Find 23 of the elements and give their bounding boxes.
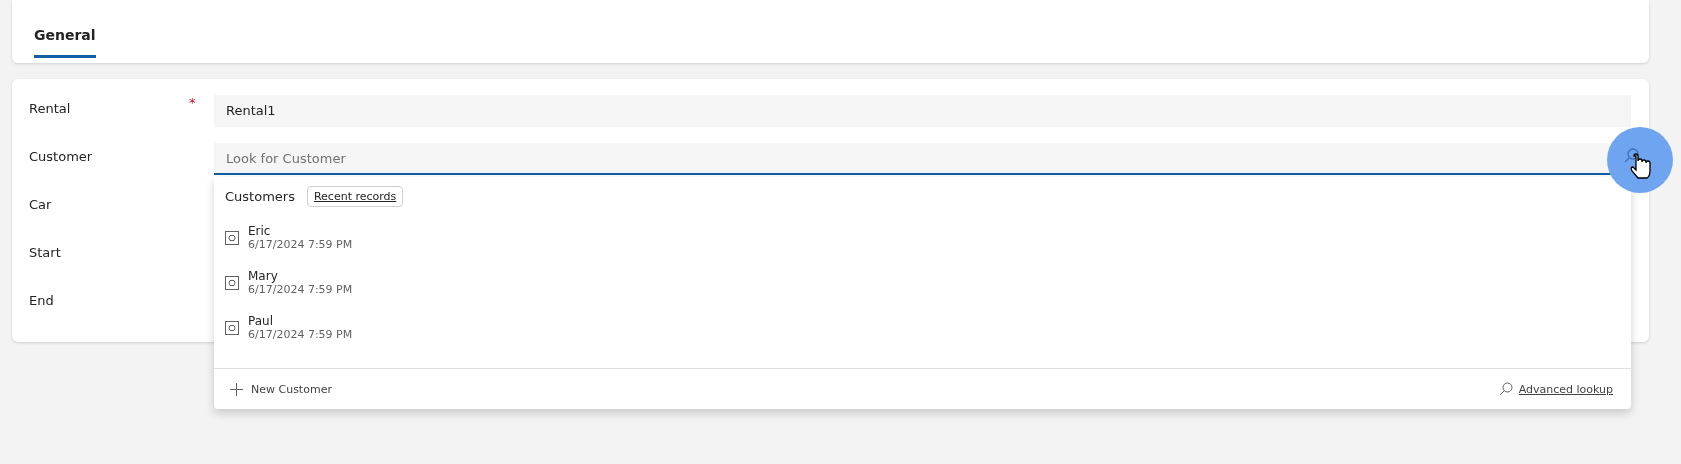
record-icon	[225, 230, 239, 245]
tab[interactable]: General	[34, 27, 96, 58]
field-label: Start	[29, 244, 62, 260]
record-date: 6/17/2024 7:59 PM	[248, 283, 353, 296]
plus-icon	[230, 382, 243, 396]
new-record-button[interactable]: New Customer	[230, 382, 332, 396]
record-icon	[225, 275, 239, 290]
text-field[interactable]: Rental1	[214, 95, 1631, 127]
field-label: End	[29, 292, 55, 308]
dropdown-heading: Customers	[225, 188, 295, 204]
field-label: Customer	[29, 148, 94, 164]
record-icon	[225, 320, 239, 335]
record-name[interactable]: Paul	[248, 314, 353, 328]
required-mark: *	[189, 95, 197, 110]
advanced-lookup-link[interactable]: Advanced lookup	[1498, 382, 1613, 396]
field-label: Rental	[29, 100, 72, 116]
field-label: Car	[29, 196, 53, 212]
record-date: 6/17/2024 7:59 PM	[248, 328, 353, 341]
record-name[interactable]: Mary	[248, 269, 353, 283]
record-name[interactable]: Eric	[248, 224, 353, 238]
filter-button[interactable]: Recent records	[306, 185, 404, 207]
record-date: 6/17/2024 7:59 PM	[248, 238, 353, 251]
search-icon	[1498, 382, 1513, 396]
